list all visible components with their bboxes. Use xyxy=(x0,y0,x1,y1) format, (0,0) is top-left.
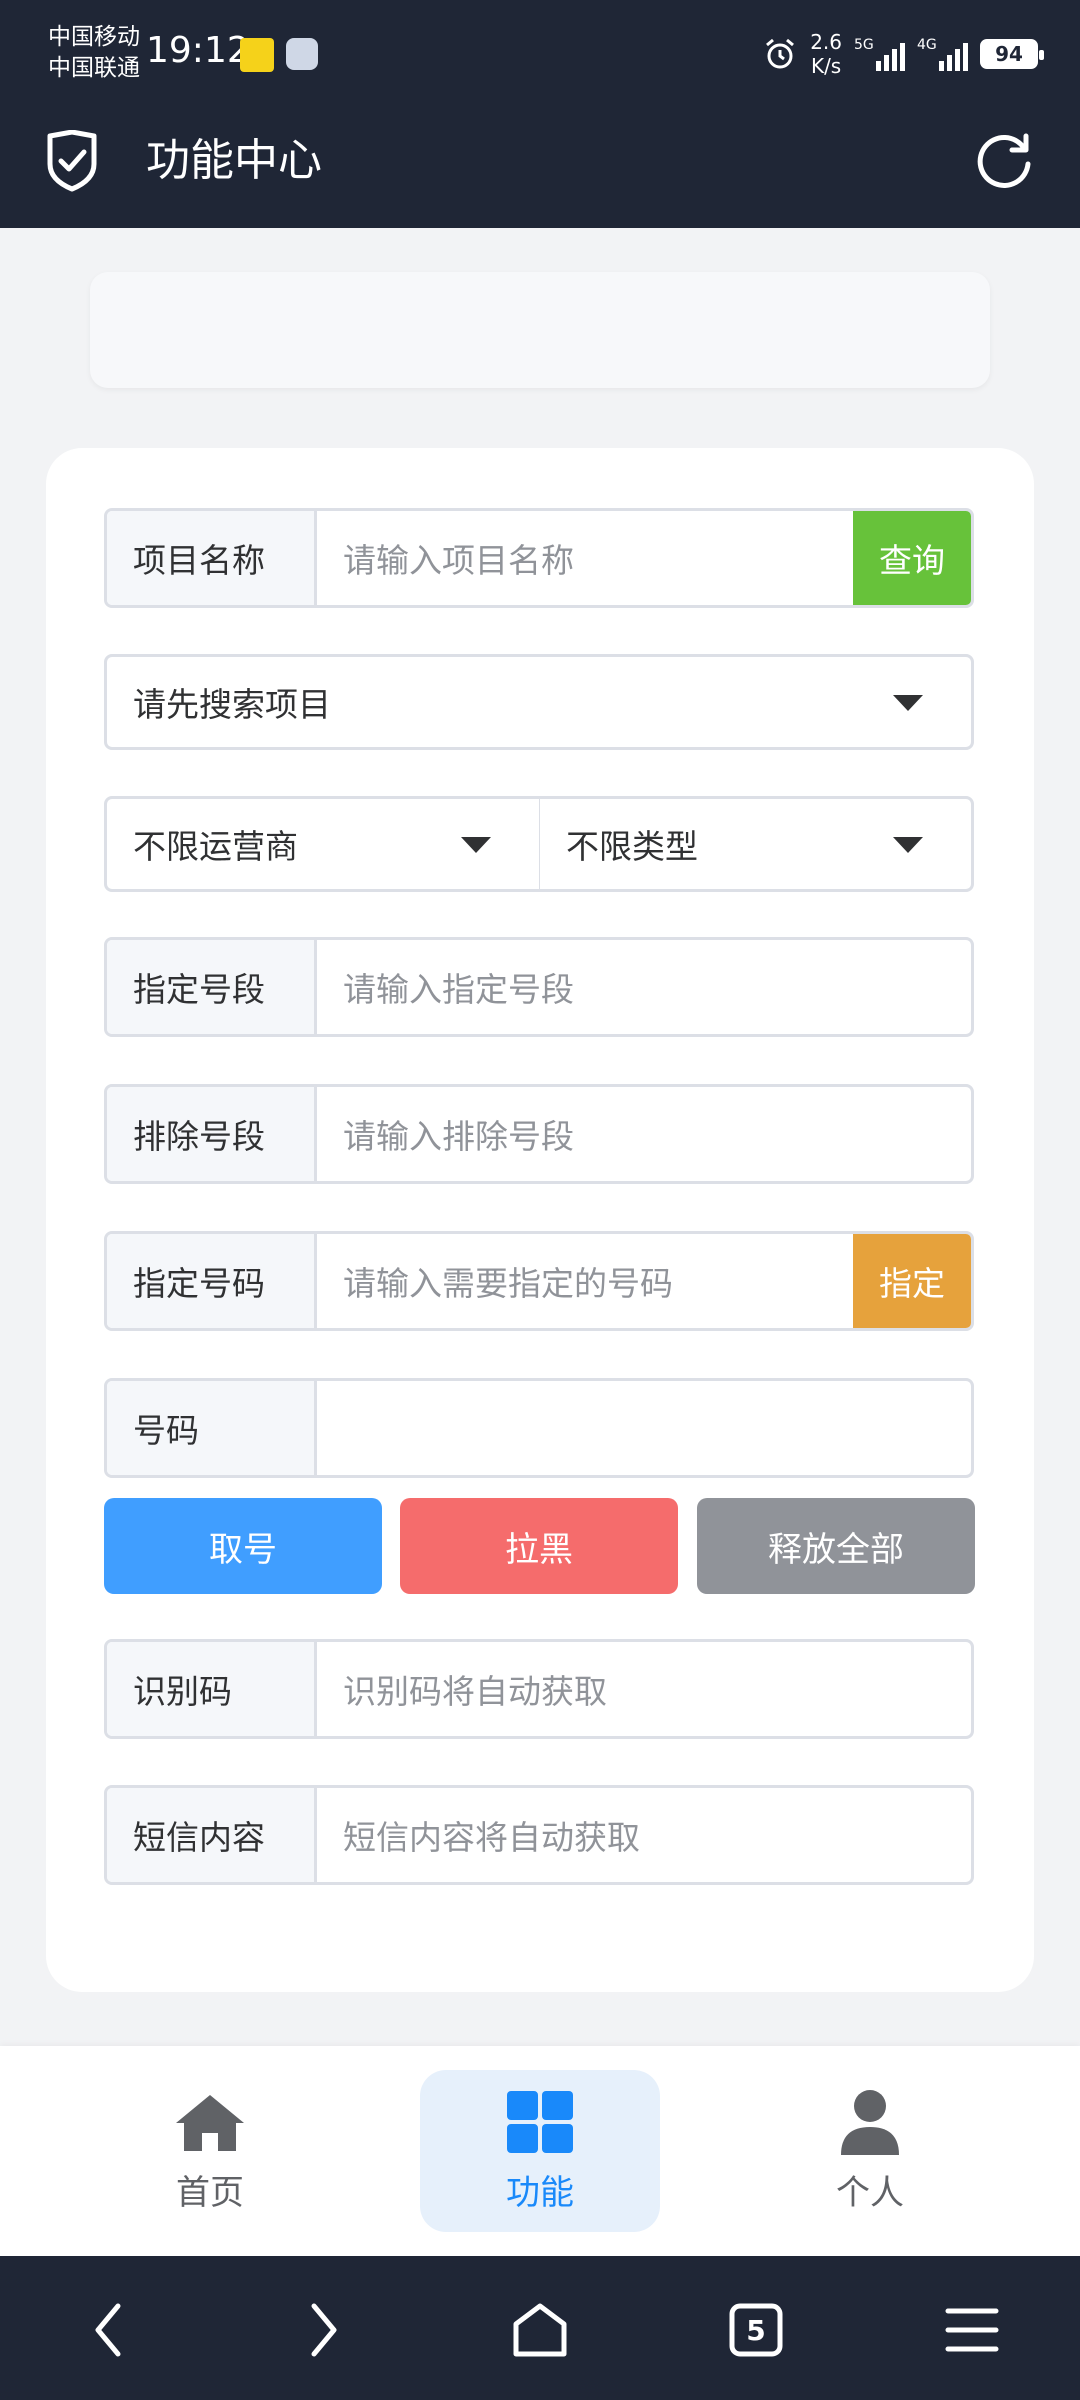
operator-select-value: 不限运营商 xyxy=(133,827,298,866)
exclude-segment-field: 排除号段 请输入排除号段 xyxy=(104,1084,974,1184)
menu-button[interactable] xyxy=(934,2292,1010,2368)
tabs-button[interactable]: 5 xyxy=(718,2292,794,2368)
tab-profile[interactable]: 个人 xyxy=(750,2070,990,2232)
number-field: 号码 xyxy=(104,1378,974,1478)
clock: 19:12 xyxy=(146,30,250,71)
tab-function[interactable]: 功能 xyxy=(420,2070,660,2232)
include-segment-input[interactable]: 请输入指定号段 xyxy=(317,940,971,1034)
grid-icon xyxy=(507,2090,573,2153)
status-bar: 中国移动 中国联通 19:12 2.6 K/s 5G 4G 94 xyxy=(0,0,1080,110)
top-bar: 中国移动 中国联通 19:12 2.6 K/s 5G 4G 94 功能中心 xyxy=(0,0,1080,228)
specify-number-label: 指定号码 xyxy=(107,1234,317,1328)
alarm-icon xyxy=(766,38,795,69)
exclude-segment-input[interactable]: 请输入排除号段 xyxy=(317,1087,971,1181)
tab-function-label: 功能 xyxy=(506,2172,574,2213)
release-all-button[interactable]: 释放全部 xyxy=(697,1498,975,1594)
project-select-value: 请先搜索项目 xyxy=(133,685,331,724)
carrier-info: 中国移动 中国联通 xyxy=(48,22,140,84)
notification-browser-icon xyxy=(286,38,318,70)
screen: 中国移动 中国联通 19:12 2.6 K/s 5G 4G 94 功能中心 项目… xyxy=(0,0,1080,2400)
sms-field: 短信内容 短信内容将自动获取 xyxy=(104,1785,974,1885)
signal-5g-icon: 5G xyxy=(854,37,905,71)
specify-number-input[interactable]: 请输入需要指定的号码 xyxy=(317,1234,853,1328)
sms-label: 短信内容 xyxy=(107,1788,317,1882)
blacklist-button[interactable]: 拉黑 xyxy=(400,1498,678,1594)
chevron-left-icon xyxy=(95,2303,121,2357)
menu-icon xyxy=(945,2308,999,2352)
chevron-down-icon xyxy=(461,837,491,853)
type-select-value: 不限类型 xyxy=(566,827,698,866)
sms-input[interactable]: 短信内容将自动获取 xyxy=(317,1788,971,1882)
number-label: 号码 xyxy=(107,1381,317,1475)
operator-select[interactable]: 不限运营商 xyxy=(104,796,541,892)
type-select[interactable]: 不限类型 xyxy=(539,796,974,892)
battery-icon: 94 xyxy=(980,39,1044,69)
get-number-button[interactable]: 取号 xyxy=(104,1498,382,1594)
back-button[interactable] xyxy=(70,2292,146,2368)
code-label: 识别码 xyxy=(107,1642,317,1736)
chevron-right-icon xyxy=(311,2303,337,2357)
app-header: 功能中心 xyxy=(0,110,1080,228)
net-speed: 2.6 K/s xyxy=(810,30,842,78)
notice-card xyxy=(90,272,990,388)
exclude-segment-label: 排除号段 xyxy=(107,1087,317,1181)
tab-count: 5 xyxy=(746,2313,766,2347)
tab-home-label: 首页 xyxy=(176,2172,244,2213)
notification-app-icon xyxy=(240,38,274,72)
forward-button[interactable] xyxy=(286,2292,362,2368)
code-field: 识别码 识别码将自动获取 xyxy=(104,1639,974,1739)
carrier-1: 中国移动 xyxy=(48,24,140,50)
specify-button[interactable]: 指定 xyxy=(853,1234,971,1328)
query-button[interactable]: 查询 xyxy=(853,511,971,605)
carrier-2: 中国联通 xyxy=(48,55,140,81)
refresh-icon[interactable] xyxy=(972,128,1038,194)
tab-profile-label: 个人 xyxy=(836,2172,904,2213)
project-select[interactable]: 请先搜索项目 xyxy=(104,654,974,750)
page-title: 功能中心 xyxy=(146,135,322,186)
project-name-label: 项目名称 xyxy=(107,511,317,605)
include-segment-label: 指定号段 xyxy=(107,940,317,1034)
home-button[interactable] xyxy=(502,2292,578,2368)
include-segment-field: 指定号段 请输入指定号段 xyxy=(104,937,974,1037)
home-icon xyxy=(176,2094,244,2151)
chevron-down-icon xyxy=(893,695,923,711)
shield-check-icon xyxy=(47,130,97,192)
house-outline-icon xyxy=(513,2303,567,2357)
project-name-field: 项目名称 请输入项目名称 查询 xyxy=(104,508,974,608)
bottom-tab-bar: 首页 功能 个人 xyxy=(0,2046,1080,2256)
code-input[interactable]: 识别码将自动获取 xyxy=(317,1642,971,1736)
signal-4g-icon: 4G xyxy=(917,37,968,71)
number-input[interactable] xyxy=(317,1381,971,1475)
status-right: 2.6 K/s 5G 4G 94 xyxy=(762,26,1044,82)
user-icon xyxy=(841,2089,899,2155)
tab-home[interactable]: 首页 xyxy=(90,2070,330,2232)
project-name-input[interactable]: 请输入项目名称 xyxy=(317,511,853,605)
chevron-down-icon xyxy=(893,837,923,853)
browser-nav-bar: 5 xyxy=(0,2256,1080,2400)
specify-number-field: 指定号码 请输入需要指定的号码 指定 xyxy=(104,1231,974,1331)
